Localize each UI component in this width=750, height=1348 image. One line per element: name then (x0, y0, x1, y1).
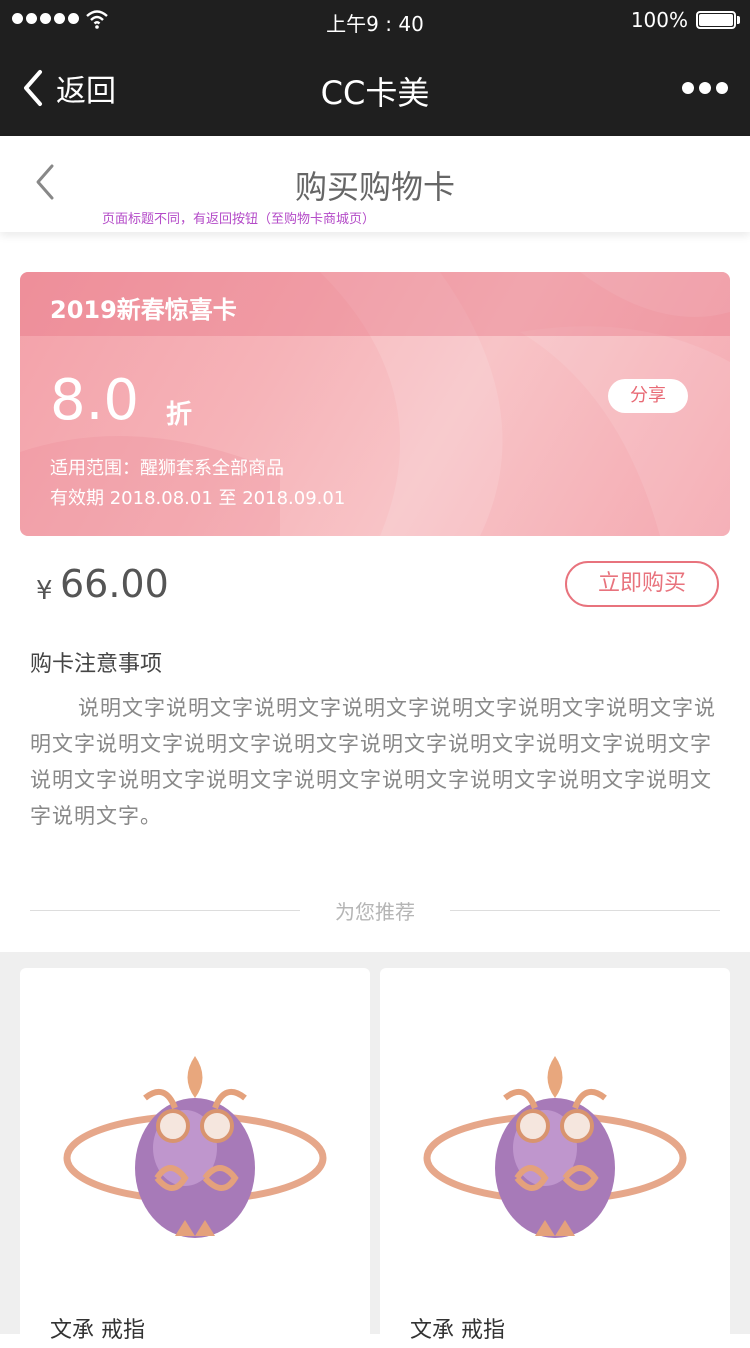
card-scope: 适用范围：醒狮套系全部商品 (50, 458, 284, 479)
product-grid: 文承 戒指 文承 戒指 (0, 952, 750, 1348)
currency-symbol: ¥ (36, 576, 53, 606)
price-row: ¥ 66.00 立即购买 (0, 556, 750, 620)
card-name: 2019新春惊喜卡 (50, 296, 237, 324)
price: 66.00 (60, 562, 169, 606)
gift-card: 2019新春惊喜卡 8.0 折 分享 适用范围：醒狮套系全部商品 有效期 201… (20, 272, 730, 536)
card-discount-unit: 折 (166, 400, 193, 430)
ring-product-image (63, 1056, 327, 1238)
product-name: 文承 戒指 (410, 1318, 505, 1343)
battery-icon (696, 11, 740, 29)
notes-body: 说明文字说明文字说明文字说明文字说明文字说明文字说明文字说明文字说明文字说明文字… (30, 696, 716, 828)
product-card[interactable]: 文承 戒指 (20, 968, 370, 1348)
app-title: CC卡美 (320, 74, 430, 112)
card-validity: 有效期 2018.08.01 至 2018.09.01 (50, 488, 346, 509)
product-card[interactable]: 文承 戒指 (380, 968, 730, 1348)
divider-line (450, 910, 720, 911)
notes-title: 购卡注意事项 (30, 652, 163, 677)
ring-product-image (423, 1056, 687, 1238)
design-annotation: 页面标题不同，有返回按钮（至购物卡商城页） (102, 212, 376, 227)
status-bar: 上午9 : 40 100% (0, 0, 750, 40)
app-header: 返回 CC卡美 (0, 40, 750, 136)
battery-percentage: 100% (630, 8, 688, 32)
card-discount: 8.0 (50, 368, 140, 433)
page-header: 购买购物卡 页面标题不同，有返回按钮（至购物卡商城页） (0, 136, 750, 232)
product-name: 文承 戒指 (50, 1318, 145, 1343)
more-options-icon[interactable] (682, 78, 728, 98)
recommend-divider: 为您推荐 (30, 896, 720, 926)
buy-now-button[interactable]: 立即购买 (565, 561, 719, 607)
page-title: 购买购物卡 (294, 168, 455, 206)
share-button[interactable]: 分享 (608, 379, 688, 413)
